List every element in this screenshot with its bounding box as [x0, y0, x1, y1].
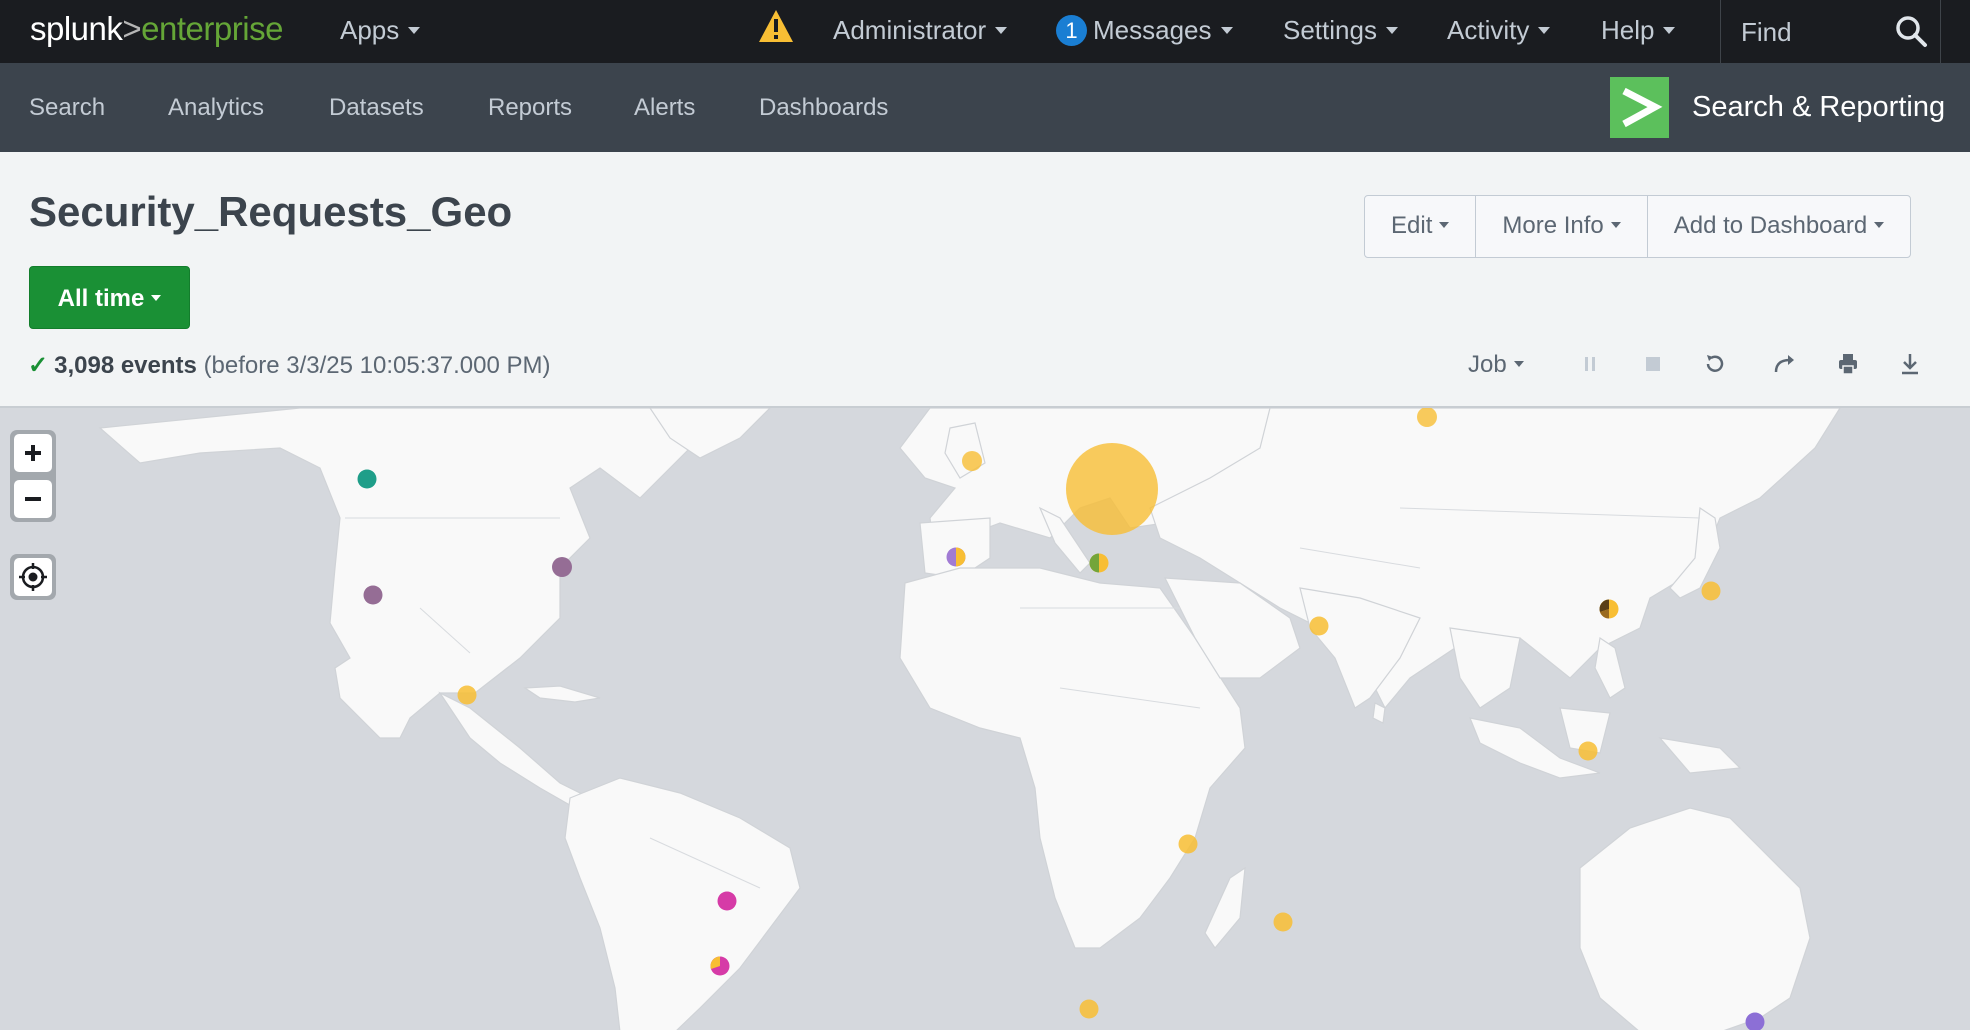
map-marker[interactable]: [1745, 1012, 1765, 1030]
locate-button[interactable]: [14, 558, 52, 596]
app-title[interactable]: Search & Reporting: [1692, 63, 1945, 152]
zoom-out-button[interactable]: [14, 480, 52, 518]
refresh-icon[interactable]: [1701, 350, 1729, 378]
time-range-label: All time: [57, 285, 145, 312]
map-marker-pie[interactable]: [946, 547, 966, 567]
search-status: ✓ 3,098 events (before 3/3/25 10:05:37.00…: [28, 351, 550, 380]
report-actions: Edit More Info Add to Dashboard: [1364, 195, 1912, 258]
chevron-down-icon: [1663, 26, 1676, 34]
add-to-dashboard-button[interactable]: Add to Dashboard: [1648, 196, 1910, 257]
nav-datasets[interactable]: Datasets: [329, 63, 424, 152]
nav-search[interactable]: Search: [29, 63, 105, 152]
chevron-down-icon: [1513, 360, 1524, 367]
edit-button-label: Edit: [1391, 212, 1433, 239]
map-marker[interactable]: [1273, 912, 1293, 932]
messages-menu-label: Messages: [1093, 15, 1212, 45]
export-icon[interactable]: [1896, 350, 1924, 378]
chevron-down-icon: [1610, 221, 1621, 228]
plus-icon: [25, 445, 41, 461]
check-icon: ✓: [28, 352, 49, 379]
help-menu-label: Help: [1601, 15, 1655, 45]
pause-icon[interactable]: [1576, 350, 1604, 378]
more-info-button-label: More Info: [1502, 212, 1604, 239]
map-marker[interactable]: [1578, 741, 1598, 761]
map-marker-pie[interactable]: [1599, 599, 1619, 619]
crosshair-icon: [19, 563, 47, 591]
nav-reports[interactable]: Reports: [488, 63, 572, 152]
map-marker[interactable]: [457, 685, 477, 705]
map-marker-large[interactable]: [1066, 443, 1158, 535]
messages-count-badge: 1: [1056, 14, 1087, 46]
map-marker[interactable]: [1079, 999, 1099, 1019]
map-marker[interactable]: [1178, 834, 1198, 854]
find-input[interactable]: [1739, 12, 1893, 52]
locate-control: [10, 554, 56, 600]
print-icon[interactable]: [1834, 350, 1862, 378]
logo-part-chevron: >: [122, 10, 142, 47]
search-icon[interactable]: [1893, 13, 1929, 49]
job-menu-label: Job: [1468, 351, 1507, 378]
nav-alerts[interactable]: Alerts: [634, 63, 695, 152]
app-bar: Search Analytics Datasets Reports Alerts…: [0, 63, 1970, 152]
logo-part-splunk: splunk: [30, 10, 123, 47]
chevron-down-icon: [1538, 26, 1551, 34]
map-marker[interactable]: [717, 891, 737, 911]
settings-menu-label: Settings: [1283, 15, 1377, 45]
edit-button[interactable]: Edit: [1365, 196, 1477, 257]
more-info-button[interactable]: More Info: [1476, 196, 1648, 257]
map-marker[interactable]: [357, 469, 377, 489]
chevron-down-icon: [151, 294, 162, 301]
chevron-right-icon: [1622, 87, 1663, 128]
status-detail: (before 3/3/25 10:05:37.000 PM): [203, 352, 551, 379]
map-marker[interactable]: [363, 585, 383, 605]
map-marker[interactable]: [962, 451, 982, 471]
apps-menu[interactable]: Apps: [340, 0, 421, 63]
top-bar: splunk>enterprise Apps Administrator 1 Me…: [0, 0, 1970, 63]
map-marker[interactable]: [1417, 408, 1437, 427]
logo-part-enterprise: enterprise: [141, 10, 283, 47]
minus-icon: [25, 497, 41, 501]
page-title: Security_Requests_Geo: [29, 188, 513, 235]
warning-icon[interactable]: [758, 9, 794, 43]
zoom-controls: [10, 430, 56, 522]
map-marker-pie[interactable]: [1089, 553, 1109, 573]
user-menu-label: Administrator: [833, 15, 987, 45]
zoom-in-button[interactable]: [14, 434, 52, 472]
stop-icon[interactable]: [1639, 350, 1667, 378]
chevron-down-icon: [995, 26, 1008, 34]
nav-analytics[interactable]: Analytics: [168, 63, 264, 152]
share-icon[interactable]: [1770, 350, 1798, 378]
activity-menu-label: Activity: [1447, 15, 1530, 45]
apps-menu-label: Apps: [340, 15, 400, 45]
markers-layer: [357, 408, 1765, 1030]
splunk-logo[interactable]: splunk>enterprise: [30, 10, 283, 48]
chevron-down-icon: [1874, 221, 1885, 228]
find-box: [1720, 0, 1941, 63]
map-marker[interactable]: [1701, 581, 1721, 601]
nav-dashboards[interactable]: Dashboards: [759, 63, 888, 152]
add-to-dashboard-label: Add to Dashboard: [1673, 212, 1868, 239]
chevron-down-icon: [1385, 26, 1398, 34]
chevron-down-icon: [1220, 26, 1233, 34]
messages-menu[interactable]: 1 Messages: [1056, 0, 1233, 63]
map-marker-pie[interactable]: [710, 956, 730, 976]
settings-menu[interactable]: Settings: [1283, 0, 1398, 63]
job-menu[interactable]: Job: [1468, 351, 1524, 379]
time-range-picker[interactable]: All time: [29, 266, 190, 329]
chevron-down-icon: [1439, 221, 1450, 228]
app-icon[interactable]: [1610, 77, 1669, 138]
help-menu[interactable]: Help: [1601, 0, 1676, 63]
map-marker[interactable]: [1309, 616, 1329, 636]
map-marker[interactable]: [552, 557, 572, 577]
chevron-down-icon: [408, 26, 421, 34]
activity-menu[interactable]: Activity: [1447, 0, 1551, 63]
cluster-map[interactable]: [0, 406, 1970, 1030]
event-count[interactable]: 3,098 events: [54, 352, 197, 379]
user-menu[interactable]: Administrator: [833, 0, 1008, 63]
